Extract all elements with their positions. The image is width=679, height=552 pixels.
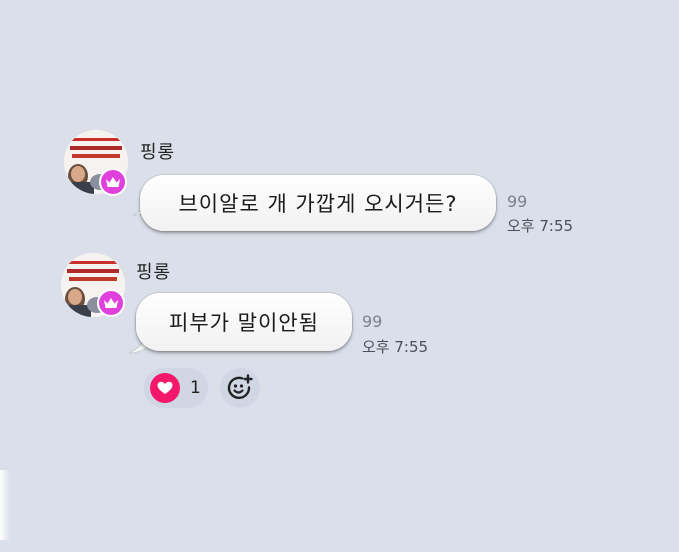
heart-icon (157, 381, 173, 394)
chat-area: 핑롱 브이알로 개 가깝게 오시거든? 99 오후 7:55 핑롱 피부가 말이… (0, 0, 679, 552)
message-bubble[interactable]: 피부가 말이안됨 (136, 293, 352, 351)
left-edge-highlight (0, 470, 10, 540)
sender-name: 핑롱 (136, 262, 172, 283)
crown-badge (97, 289, 125, 317)
read-count: 99 (362, 312, 383, 331)
crown-badge (99, 168, 127, 196)
message-bubble[interactable]: 브이알로 개 가깝게 오시거든? (140, 175, 496, 231)
read-count: 99 (507, 192, 528, 211)
add-reaction-button[interactable] (220, 368, 260, 408)
message-text: 브이알로 개 가깝게 오시거든? (178, 192, 458, 216)
message-timestamp: 오후 7:55 (507, 217, 574, 235)
message-text: 피부가 말이안됨 (169, 311, 319, 335)
heart-reaction (150, 373, 180, 403)
message-timestamp: 오후 7:55 (362, 338, 429, 356)
sender-name: 핑롱 (140, 142, 176, 163)
reaction-count: 1 (190, 378, 201, 398)
heart-reaction-button[interactable]: 1 (144, 368, 208, 408)
crown-icon (104, 298, 118, 308)
add-emoji-icon (227, 374, 253, 400)
crown-icon (106, 177, 120, 187)
